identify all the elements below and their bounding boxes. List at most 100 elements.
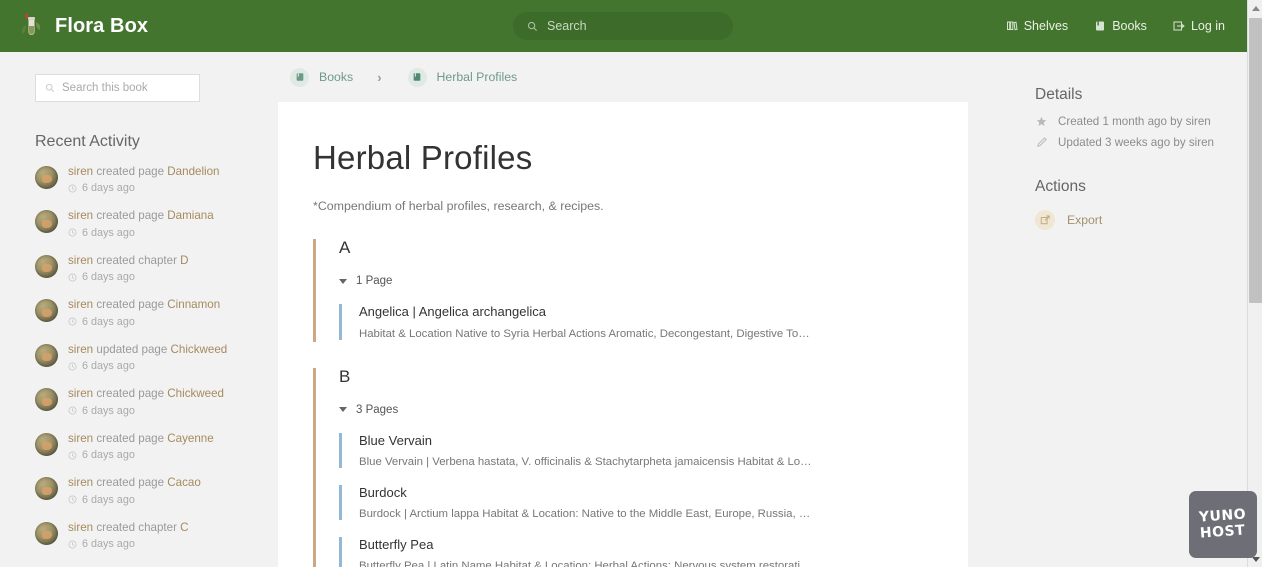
- chapter-toggle[interactable]: 3 Pages: [339, 404, 928, 416]
- page-scrollbar[interactable]: [1247, 0, 1262, 567]
- breadcrumb-separator: ›: [377, 69, 382, 85]
- clock-icon: [68, 228, 77, 237]
- book-search-input[interactable]: Search this book: [35, 74, 200, 102]
- activity-target: Damiana: [167, 209, 214, 223]
- activity-item[interactable]: siren created chapter D 6 days ago: [35, 254, 250, 283]
- chapter-title[interactable]: A: [339, 239, 928, 256]
- activity-time-text: 6 days ago: [82, 315, 135, 328]
- breadcrumb-item-books[interactable]: Books: [290, 67, 354, 87]
- breadcrumb-item-herbal-profiles[interactable]: Herbal Profiles: [407, 67, 517, 87]
- avatar: [35, 432, 58, 456]
- nav-item-login[interactable]: Log in: [1173, 19, 1225, 33]
- chapter-title[interactable]: B: [339, 368, 928, 385]
- clock-icon: [68, 317, 77, 326]
- activity-text: siren created page Damiana: [68, 209, 214, 223]
- avatar: [35, 210, 58, 234]
- activity-target: Cinnamon: [167, 298, 221, 312]
- page-entry-title: Butterfly Pea: [359, 537, 434, 553]
- clock-icon: [68, 495, 77, 504]
- activity-user: siren: [68, 298, 94, 312]
- chapter: A 1 Page Angelica | Angelica archangelica H…: [313, 239, 928, 342]
- page-entry[interactable]: Butterfly Pea Butterfly Pea | Latin Name …: [339, 537, 928, 567]
- star-icon: [1035, 116, 1048, 127]
- nav-item-shelves[interactable]: Shelves: [1006, 19, 1068, 33]
- page-entry[interactable]: Blue Vervain Blue Vervain | Verbena hasta…: [339, 432, 928, 468]
- activity-target: Cacao: [167, 476, 201, 490]
- detail-created: Created 1 month ago by siren: [1035, 115, 1247, 128]
- activity-action: created page: [96, 209, 165, 223]
- chapter-page-count: 3 Pages: [356, 403, 399, 416]
- activity-item[interactable]: siren created page Damiana 6 days ago: [35, 209, 250, 239]
- page-entry[interactable]: Burdock Burdock | Arctium lappa Habitat &…: [339, 484, 928, 521]
- activity-item[interactable]: siren created page Cayenne 6 days ago: [35, 432, 250, 461]
- brand-title: Flora Box: [55, 14, 149, 37]
- activity-item[interactable]: siren created page Dandelion 6 days ago: [35, 165, 250, 194]
- scrollbar-thumb[interactable]: [1249, 18, 1262, 303]
- activity-user: siren: [68, 476, 94, 490]
- book-icon: [407, 67, 427, 87]
- activity-time-text: 6 days ago: [82, 360, 135, 373]
- activity-user: siren: [68, 165, 94, 178]
- activity-action: created page: [96, 431, 165, 445]
- activity-time: 6 days ago: [68, 316, 220, 328]
- avatar: [35, 388, 58, 412]
- nav-label-shelves: Shelves: [1023, 19, 1069, 33]
- header-nav: Shelves Books Log in: [1006, 0, 1225, 52]
- activity-item[interactable]: siren created page Cacao 6 days ago: [35, 476, 250, 506]
- activity-target: Chickweed: [167, 387, 225, 401]
- nav-label-login: Log in: [1190, 19, 1225, 33]
- brand[interactable]: Flora Box: [18, 12, 148, 40]
- activity-time-text: 6 days ago: [82, 182, 135, 195]
- activity-target: Dandelion: [167, 165, 220, 178]
- book-search-placeholder: Search this book: [62, 82, 148, 94]
- avatar: [35, 521, 58, 545]
- login-icon: [1173, 20, 1185, 32]
- breadcrumb-label-books: Books: [319, 70, 354, 84]
- avatar: [35, 477, 58, 501]
- activity-time-text: 6 days ago: [82, 449, 135, 462]
- global-search[interactable]: Search: [513, 12, 733, 40]
- activity-time: 6 days ago: [68, 182, 220, 194]
- clock-icon: [68, 406, 77, 415]
- chapter: B 3 Pages Blue Vervain Blue Vervain | Verbe…: [313, 367, 928, 567]
- activity-target: Chickweed: [170, 342, 228, 356]
- main-column: Books › Herbal Profiles Herbal Profiles …: [278, 52, 968, 567]
- action-export-label: Export: [1067, 213, 1103, 227]
- avatar: [35, 299, 58, 323]
- activity-action: created chapter: [96, 253, 177, 267]
- right-sidebar: Details Created 1 month ago by siren Upd…: [1035, 52, 1247, 567]
- activity-time: 6 days ago: [68, 494, 201, 506]
- actions-heading: Actions: [1035, 178, 1086, 195]
- export-icon: [1035, 210, 1055, 230]
- book-icon: [1094, 20, 1106, 32]
- scrollbar-up-arrow[interactable]: [1248, 0, 1262, 16]
- page-entry-title: Burdock: [359, 484, 407, 500]
- activity-time: 6 days ago: [68, 271, 189, 283]
- nav-item-books[interactable]: Books: [1094, 19, 1147, 33]
- activity-target: D: [180, 253, 189, 267]
- activity-time: 6 days ago: [68, 360, 227, 372]
- activity-time-text: 6 days ago: [82, 271, 135, 284]
- chapter-toggle[interactable]: 1 Page: [339, 275, 928, 287]
- activity-user: siren: [68, 209, 94, 223]
- activity-user: siren: [68, 387, 94, 401]
- activity-time: 6 days ago: [68, 538, 189, 550]
- activity-text: siren created chapter D: [68, 254, 189, 268]
- yunohost-watermark: YUNO HOST: [1189, 491, 1257, 558]
- activity-item[interactable]: siren created chapter C 6 days ago: [35, 521, 250, 550]
- book-content-card: Herbal Profiles *Compendium of herbal pr…: [278, 102, 968, 567]
- detail-updated-text: Updated 3 weeks ago by siren: [1058, 136, 1214, 149]
- pencil-icon: [1035, 137, 1048, 148]
- global-search-placeholder: Search: [547, 19, 587, 33]
- page-entry[interactable]: Angelica | Angelica archangelica Habitat …: [339, 304, 928, 340]
- activity-item[interactable]: siren created page Chickweed 6 days ago: [35, 387, 250, 417]
- activity-item[interactable]: siren created page Cinnamon 6 days ago: [35, 298, 250, 328]
- herb-jar-logo-icon: [18, 12, 44, 40]
- clock-icon: [68, 273, 77, 282]
- chapter-page-count: 1 Page: [356, 275, 393, 288]
- activity-text: siren created chapter C: [68, 521, 189, 535]
- activity-time: 6 days ago: [68, 449, 214, 461]
- action-export[interactable]: Export: [1035, 210, 1247, 230]
- page-entry-desc: Habitat & Location Native to Syria Herba…: [359, 327, 814, 340]
- activity-item[interactable]: siren updated page Chickweed 6 days ago: [35, 343, 250, 372]
